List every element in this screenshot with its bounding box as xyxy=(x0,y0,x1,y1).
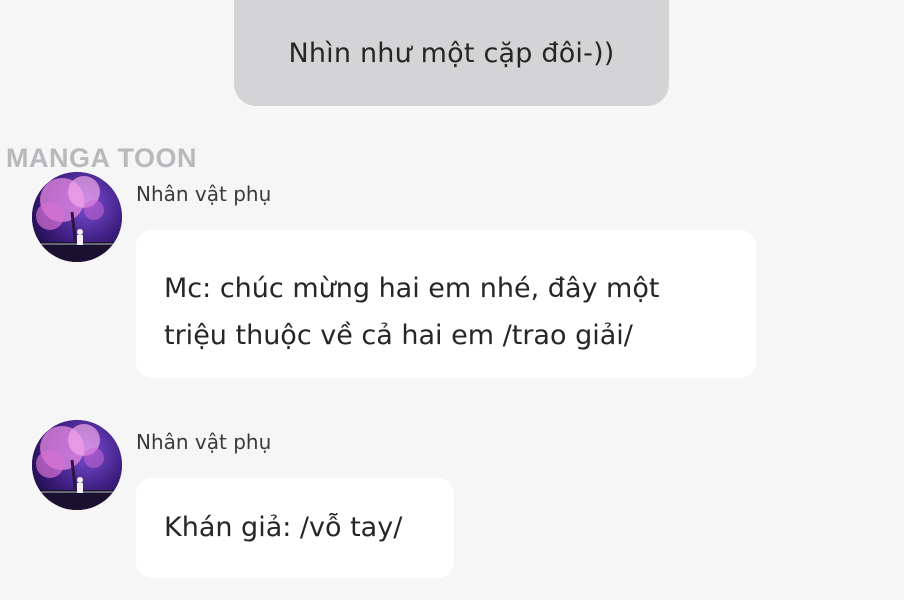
top-message-bubble: Nhìn như một cặp đôi-)) xyxy=(234,0,669,106)
speaker-name: Nhân vật phụ xyxy=(136,430,272,454)
message-line: Khán giả: /vỗ tay/ xyxy=(164,512,403,543)
message-line: triệu thuộc về cả hai em /trao giải/ xyxy=(164,320,633,351)
cherry-blossom-avatar-icon xyxy=(32,420,122,510)
message-bubble: Mc: chúc mừng hai em nhé, đây một triệu … xyxy=(136,230,756,378)
speaker-name: Nhân vật phụ xyxy=(136,182,272,206)
speaker-avatar[interactable] xyxy=(32,420,122,510)
top-message-text: Nhìn như một cặp đôi-)) xyxy=(288,37,615,69)
speaker-avatar[interactable] xyxy=(32,172,122,262)
cherry-blossom-avatar-icon xyxy=(32,172,122,262)
watermark-logo: MANGA TOON xyxy=(6,143,197,173)
message-bubble: Khán giả: /vỗ tay/ xyxy=(136,478,454,578)
message-line: Mc: chúc mừng hai em nhé, đây một xyxy=(164,273,660,304)
